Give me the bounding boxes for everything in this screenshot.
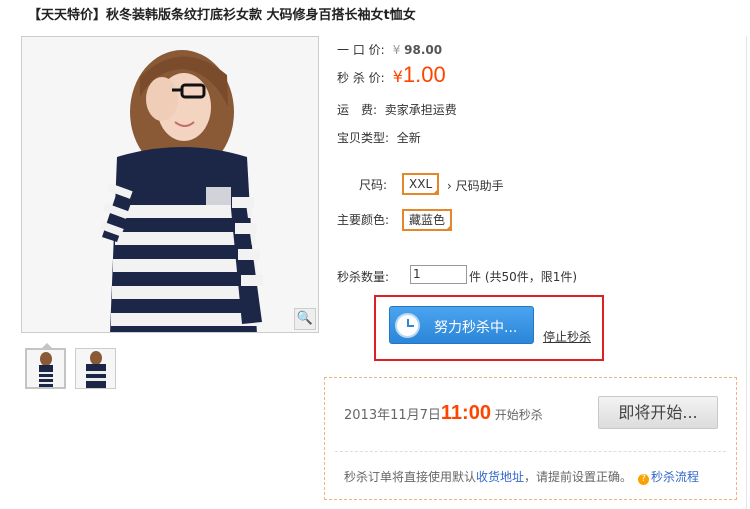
panel-note: 秒杀订单将直接使用默认收货地址，请提前设置正确。? 秒杀流程 [344,468,699,485]
thumbnail-2[interactable] [75,348,116,389]
original-price-currency: ¥ [392,43,401,57]
stop-seckill-link[interactable]: 停止秒杀 [543,328,591,345]
seckill-info-panel: 2013年11月7日11:00 开始秒杀 即将开始... 秒杀订单将直接使用默认… [324,377,737,500]
original-price-label: 一 口 价: [337,43,385,57]
condition-row: 宝贝类型: 全新 [337,129,421,146]
sale-price-currency: ¥ [392,67,403,86]
shipping-value: 卖家承担运费 [384,103,457,117]
condition-label: 宝贝类型: [337,131,390,145]
seckill-button[interactable]: 努力秒杀中... [389,306,534,344]
coming-soon-button[interactable]: 即将开始... [598,396,718,429]
right-divider [746,36,747,509]
shipping-address-link[interactable]: 收货地址 [476,470,524,484]
panel-divider [335,451,726,452]
sale-price-label: 秒 杀 价: [337,71,385,85]
size-helper-link[interactable]: › 尺码助手 [447,177,504,194]
color-option-navy[interactable]: 藏蓝色 [402,209,453,231]
shipping-label: 运 费: [337,103,378,117]
thumbnail-photo [27,350,64,387]
size-label: 尺码: [359,178,388,192]
size-option-xxl[interactable]: XXL [402,173,440,195]
original-price-value: 98.00 [404,43,443,57]
seckill-button-label: 努力秒杀中... [434,320,518,336]
note-text-end: ，请提前设置正确。 [524,470,633,484]
note-text: 秒杀订单将直接使用默认 [344,470,477,484]
help-icon: ? [638,474,650,485]
selected-check-icon [432,188,440,195]
original-price-row: 一 口 价: ¥ 98.00 [337,41,442,58]
product-title: 【天天特价】秋冬装韩版条纹打底衫女款 大码修身百搭长袖女t恤女 [28,8,416,23]
quantity-label: 秒杀数量: [337,270,390,284]
quantity-note: 件 (共50件，限1件) [469,270,578,284]
sale-price-value: 1.00 [402,62,446,87]
quantity-input[interactable]: 1 [410,265,467,284]
seckill-process-link[interactable]: 秒杀流程 [651,470,699,484]
product-photo [22,37,318,332]
start-date: 2013年11月7日 [344,408,441,423]
start-text: 开始秒杀 [490,408,543,422]
thumbnail-photo [76,349,115,388]
color-label: 主要颜色: [337,213,390,227]
zoom-icon[interactable]: 🔍 [294,308,316,330]
selected-check-icon [445,224,453,231]
condition-value: 全新 [396,131,421,145]
seckill-start-time: 2013年11月7日11:00 开始秒杀 [344,402,543,425]
clock-icon [395,313,420,338]
shipping-row: 运 费: 卖家承担运费 [337,101,457,118]
start-time: 11:00 [440,402,491,424]
sale-price-row: 秒 杀 价: ¥1.00 [337,62,446,88]
thumbnail-1[interactable] [25,348,66,389]
size-option-text: XXL [409,177,433,191]
color-option-text: 藏蓝色 [409,213,446,227]
product-main-image[interactable]: 🔍 [21,36,319,333]
